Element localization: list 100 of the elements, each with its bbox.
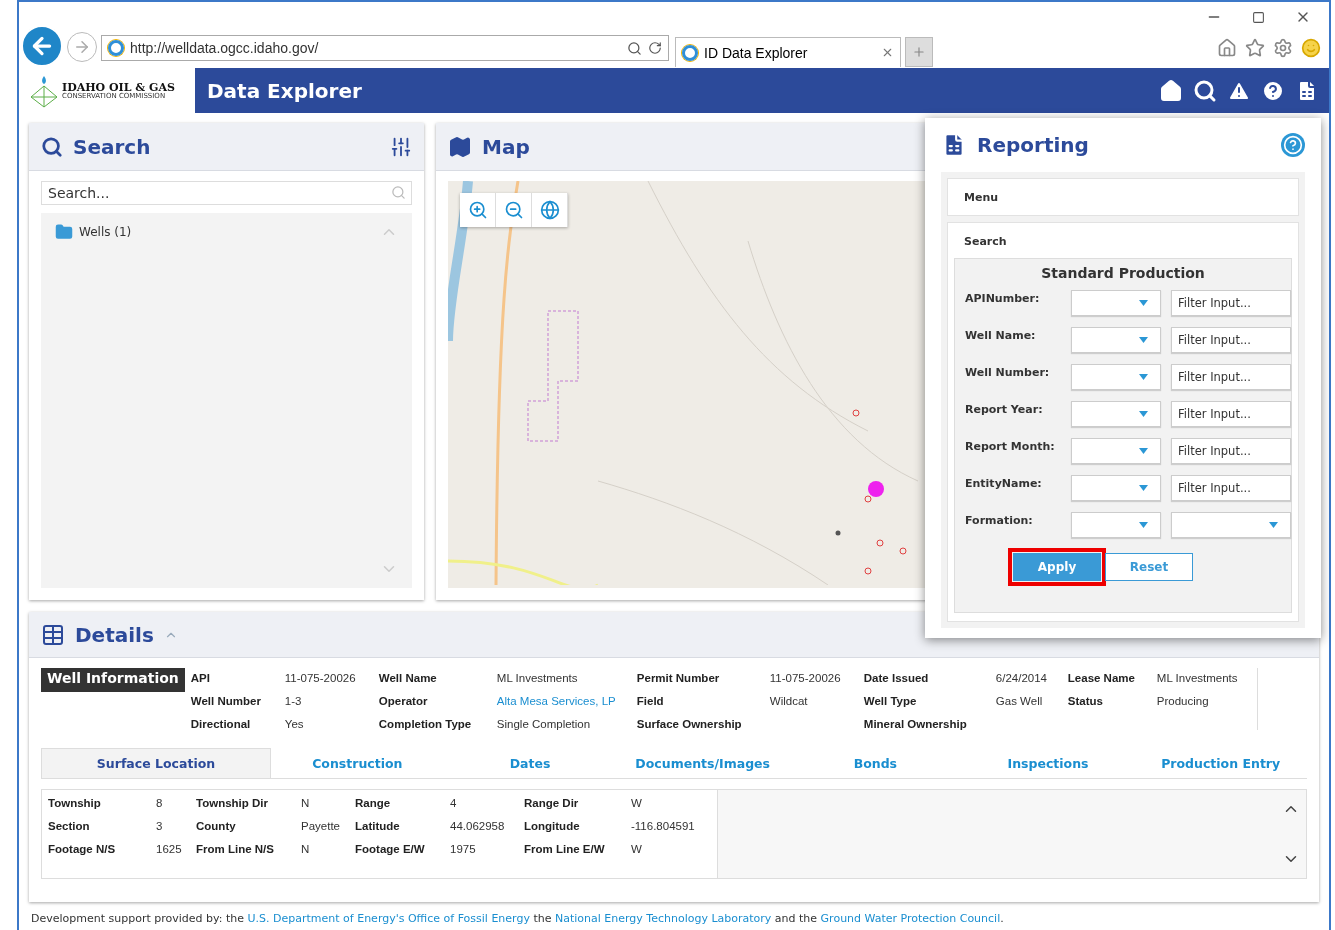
globe-icon: [539, 200, 560, 220]
search-field[interactable]: Search...: [41, 181, 412, 205]
address-bar[interactable]: http://welldata.ogcc.idaho.gov/: [101, 35, 669, 61]
field-value: 1975: [450, 843, 477, 855]
field-value: 6/24/2014: [995, 672, 1048, 684]
app-title: Data Explorer: [207, 78, 362, 103]
field-value: 11-075-20026: [284, 672, 357, 684]
field-label: Completion Type: [378, 718, 473, 730]
caret-icon: [1139, 522, 1148, 528]
field-value: Single Completion: [496, 718, 592, 730]
zoom-in-button[interactable]: [460, 193, 496, 227]
filter-input[interactable]: Filter Input...: [1171, 364, 1291, 390]
field-value: W: [631, 797, 643, 809]
home-icon[interactable]: [1159, 78, 1183, 103]
operator-link[interactable]: Alta Mesa Services, LP: [496, 695, 637, 707]
tab[interactable]: Dates: [443, 748, 617, 778]
tab[interactable]: Construction: [271, 748, 444, 778]
field-label: Date Issued: [863, 672, 930, 684]
field-label: API: [190, 672, 211, 684]
field-value: N: [301, 843, 311, 855]
caret-icon: [1139, 300, 1148, 306]
credit-link[interactable]: National Energy Technology Laboratory: [554, 912, 772, 925]
section-heading: Well Information: [41, 668, 185, 692]
map-icon: [448, 134, 472, 159]
caret-icon: [1139, 448, 1148, 454]
filter-input[interactable]: Filter Input...: [1171, 438, 1291, 464]
settings-icon[interactable]: [1273, 38, 1293, 58]
filter-input[interactable]: Filter Input...: [1171, 290, 1291, 316]
tab[interactable]: Documents/Images: [616, 748, 789, 778]
star-icon[interactable]: [1245, 38, 1265, 58]
smiley-icon[interactable]: [1301, 38, 1321, 58]
field-value: Payette: [301, 820, 341, 832]
zoom-out-button[interactable]: [496, 193, 532, 227]
search-icon[interactable]: [627, 40, 642, 56]
field-value: 8: [156, 797, 164, 809]
field-value: Yes: [284, 718, 305, 730]
field-label: APINumber:: [965, 291, 1041, 305]
tree-item[interactable]: Wells (1): [79, 225, 132, 239]
caret-icon: [1139, 411, 1148, 417]
field-label: County: [196, 820, 237, 832]
plus-icon: [912, 45, 926, 59]
field-label: Longitude: [524, 820, 581, 832]
panel-title: Details: [75, 622, 154, 647]
filter-input[interactable]: Filter Input...: [1171, 475, 1291, 501]
reset-button[interactable]: Reset: [1105, 553, 1193, 581]
filter-input[interactable]: Filter Input...: [1171, 327, 1291, 353]
field-value: W: [631, 843, 643, 855]
arrow-right-icon: [73, 38, 91, 56]
search-icon[interactable]: [1193, 78, 1217, 103]
field-value: 4: [450, 797, 458, 809]
browser-tab[interactable]: ID Data Explorer: [675, 37, 901, 67]
field-label: Report Month:: [965, 439, 1056, 453]
field-label: Range: [355, 797, 392, 809]
field-label: Section: [48, 820, 91, 832]
tab[interactable]: Production Entry: [1134, 748, 1308, 778]
search-icon: [391, 185, 406, 200]
tab[interactable]: Surface Location: [41, 748, 271, 778]
field-label: Well Number:: [965, 365, 1051, 379]
table-icon: [41, 622, 65, 647]
field-label: Operator: [378, 695, 429, 707]
url-text: http://welldata.ogcc.idaho.gov/: [130, 40, 320, 56]
field-label: Surface Ownership: [636, 718, 743, 730]
field-value: 1-3: [284, 695, 303, 707]
tab[interactable]: Inspections: [961, 748, 1135, 778]
tab[interactable]: Bonds: [789, 748, 962, 778]
logo-title: IDAHO OIL & GAS: [62, 81, 175, 93]
home-icon[interactable]: [1217, 38, 1237, 58]
search-section-header[interactable]: Search: [954, 223, 1292, 258]
field-label: Directional: [190, 718, 252, 730]
field-label: From Line N/S: [196, 843, 275, 855]
field-label: Well Name:: [965, 328, 1037, 342]
field-label: Formation:: [965, 513, 1034, 527]
field-value: 1625: [156, 843, 183, 855]
field-label: Footage N/S: [48, 843, 117, 855]
form-title: Standard Production: [1040, 265, 1206, 281]
close-icon[interactable]: [881, 46, 894, 59]
field-value: N: [301, 797, 311, 809]
filter-input[interactable]: Filter Input...: [1171, 401, 1291, 427]
maximize-icon[interactable]: [1252, 10, 1265, 24]
field-value: Producing: [1156, 695, 1210, 707]
field-value: -116.804591: [631, 820, 696, 832]
field-label: Footage E/W: [355, 843, 426, 855]
caret-icon: [1139, 485, 1148, 491]
menu-section-header[interactable]: Menu: [947, 178, 1299, 216]
forward-button[interactable]: [67, 32, 97, 62]
panel-title: Search: [73, 134, 151, 159]
field-label: Well Type: [863, 695, 918, 707]
field-label: Status: [1067, 695, 1104, 707]
field-label: Range Dir: [524, 797, 580, 809]
field-label: Township: [48, 797, 102, 809]
credit-link[interactable]: U.S. Department of Energy's Office of Fossil Energy: [247, 912, 530, 925]
refresh-icon[interactable]: [648, 41, 662, 55]
field-value: ML Investments: [496, 672, 579, 684]
field-label: EntityName:: [965, 476, 1043, 490]
panel-title: Map: [482, 134, 530, 159]
filter-sliders-icon[interactable]: [390, 135, 412, 158]
folder-icon: [55, 223, 73, 241]
caret-icon: [1139, 337, 1148, 343]
globe-button[interactable]: [532, 193, 568, 227]
field-value: Wildcat: [769, 695, 809, 707]
